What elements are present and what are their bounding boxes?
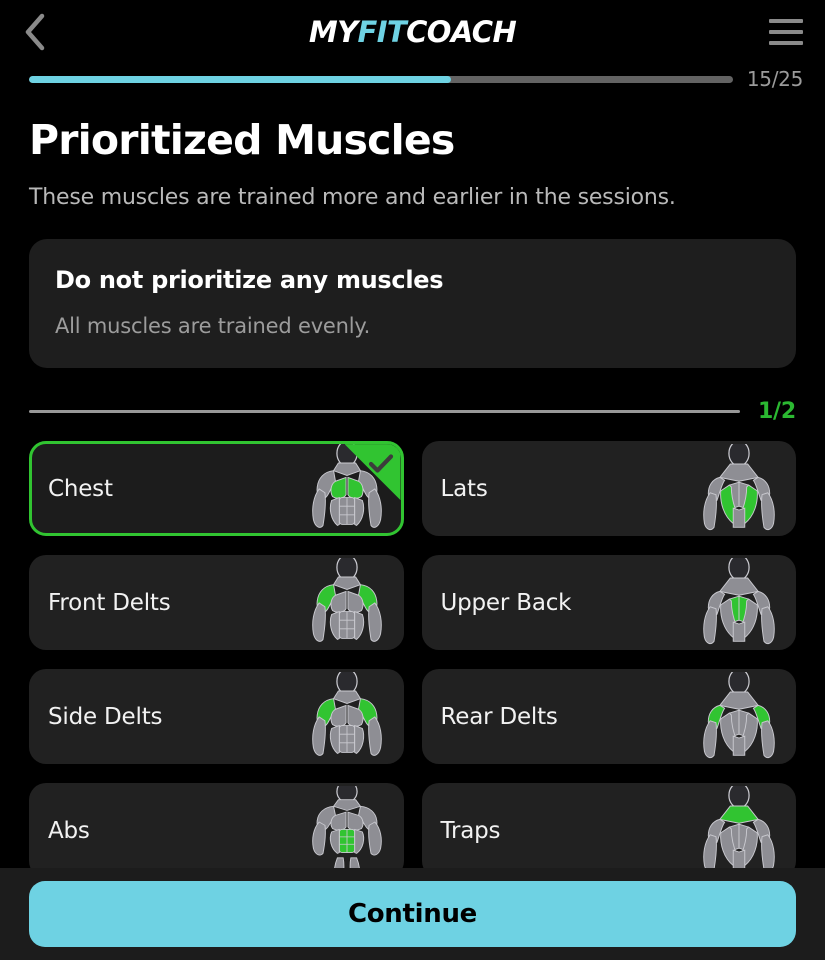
- selected-corner-badge: [344, 444, 401, 501]
- muscle-card-traps[interactable]: Traps: [421, 783, 796, 868]
- muscle-card-label: Front Delts: [48, 589, 171, 616]
- back-button[interactable]: [22, 10, 66, 54]
- progress-bar: [29, 75, 733, 83]
- continue-button[interactable]: Continue: [29, 881, 796, 947]
- footer-bar: Continue: [0, 868, 825, 960]
- progress-row: 15/25: [0, 64, 825, 94]
- logo-my: MY: [308, 14, 358, 49]
- selection-counter: 1/2: [757, 398, 796, 424]
- app-root: MYFITCOACH 15/25 Prioritized Muscles The…: [0, 0, 825, 960]
- muscle-card-lats[interactable]: Lats: [421, 441, 796, 537]
- muscle-card-label: Abs: [48, 817, 90, 844]
- page-content: Prioritized Muscles These muscles are tr…: [0, 94, 825, 868]
- menu-bar-2: [769, 30, 803, 34]
- muscle-body-diagram-icon: [691, 672, 787, 761]
- muscle-card-label: Lats: [440, 475, 488, 502]
- muscle-card-rear-delts[interactable]: Rear Delts: [421, 669, 796, 765]
- no-priority-option[interactable]: Do not prioritize any muscles All muscle…: [29, 239, 796, 369]
- page-title: Prioritized Muscles: [29, 116, 455, 164]
- muscle-grid: Chest Lats Front Delts Upper Back Side Delts…: [29, 441, 796, 868]
- page-subtitle: These muscles are trained more and earli…: [29, 185, 676, 211]
- muscle-card-label: Side Delts: [48, 703, 163, 730]
- muscle-body-diagram-icon: [299, 558, 395, 647]
- muscle-body-diagram-icon: [299, 672, 395, 761]
- muscle-card-abs[interactable]: Abs: [29, 783, 404, 868]
- muscle-body-diagram-icon: [299, 444, 395, 533]
- logo-coach: COACH: [406, 14, 517, 49]
- progress-label: 15/25: [746, 67, 803, 91]
- divider-line: [29, 409, 740, 413]
- muscle-card-upper-back[interactable]: Upper Back: [421, 555, 796, 651]
- muscle-card-side-delts[interactable]: Side Delts: [29, 669, 404, 765]
- menu-bar-3: [769, 41, 803, 45]
- check-icon: [368, 453, 394, 480]
- muscle-card-label: Chest: [48, 475, 113, 502]
- hamburger-menu-icon[interactable]: [759, 10, 803, 54]
- muscle-card-label: Rear Delts: [440, 703, 558, 730]
- no-priority-subtitle: All muscles are trained evenly.: [55, 314, 371, 339]
- menu-bar-1: [769, 19, 803, 23]
- muscle-body-diagram-icon: [691, 786, 787, 868]
- no-priority-title: Do not prioritize any muscles: [55, 266, 444, 295]
- logo-fit: FIT: [357, 14, 407, 49]
- muscle-card-label: Traps: [440, 817, 501, 844]
- muscle-card-label: Upper Back: [440, 589, 572, 616]
- progress-bar-fill: [29, 75, 452, 83]
- muscle-card-chest[interactable]: Chest: [29, 441, 404, 537]
- selection-counter-row: 1/2: [29, 396, 796, 426]
- chevron-left-icon: [22, 12, 48, 52]
- app-header: MYFITCOACH: [0, 0, 825, 64]
- muscle-body-diagram-icon: [299, 786, 395, 868]
- muscle-body-diagram-icon: [691, 558, 787, 647]
- corner-triangle: [344, 444, 401, 501]
- app-logo: MYFITCOACH: [0, 14, 825, 49]
- muscle-body-diagram-icon: [691, 444, 787, 533]
- muscle-card-front-delts[interactable]: Front Delts: [29, 555, 404, 651]
